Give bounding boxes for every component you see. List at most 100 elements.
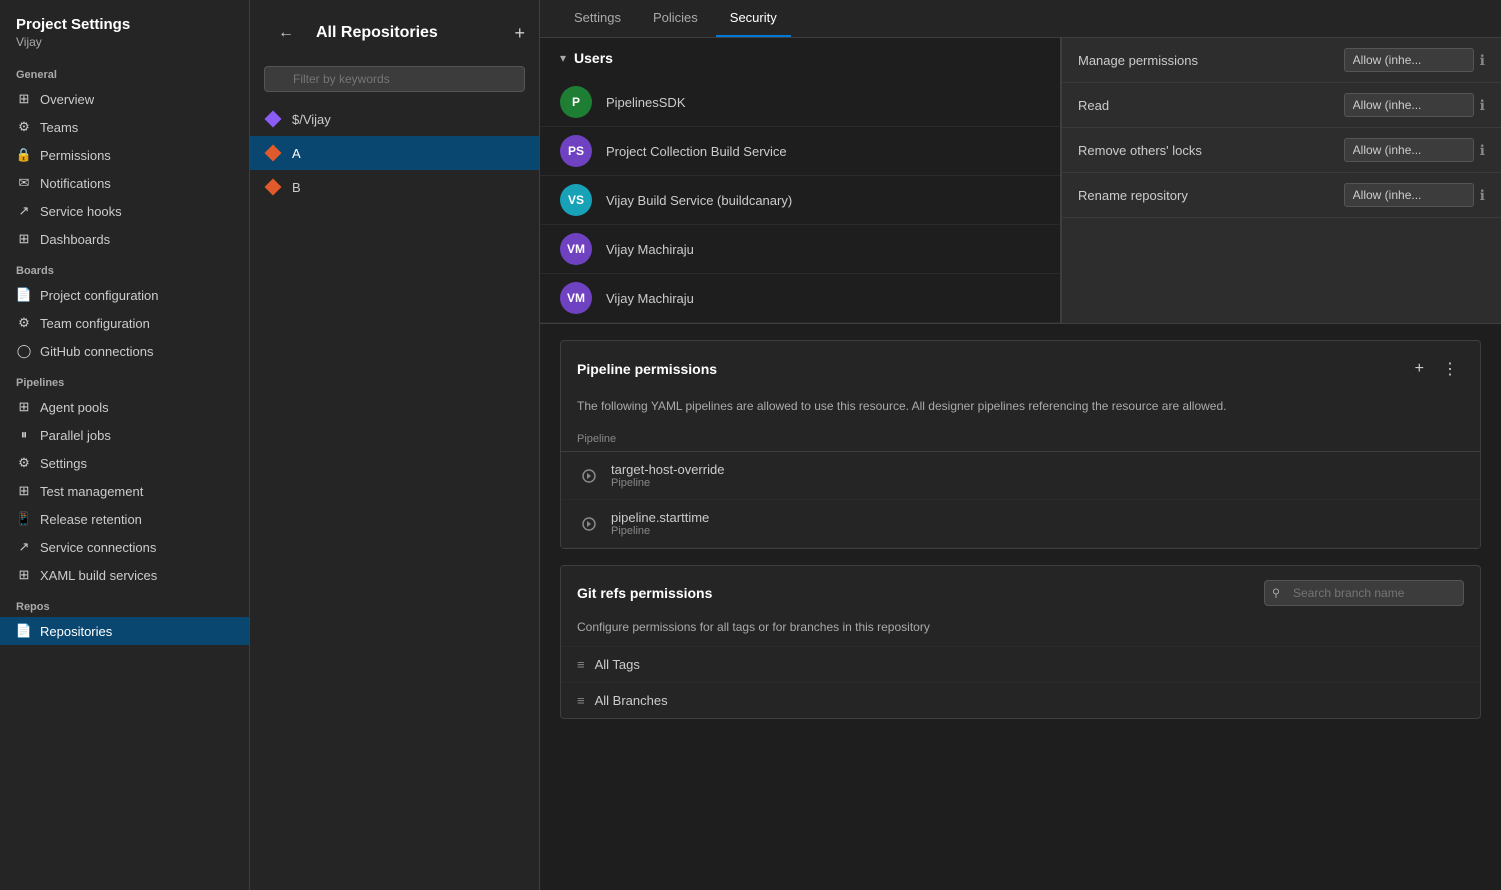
- tag-icon: ≡: [577, 657, 585, 672]
- sidebar-item-label: Settings: [40, 456, 87, 471]
- user-row[interactable]: PS Project Collection Build Service: [540, 127, 1060, 176]
- sidebar-item-xaml[interactable]: ⊞ XAML build services: [0, 561, 249, 589]
- sidebar-item-notifications[interactable]: ✉ Notifications: [0, 169, 249, 197]
- user-name: Vijay Machiraju: [606, 291, 1040, 306]
- refs-row[interactable]: ≡ All Branches: [561, 682, 1480, 718]
- more-options-button[interactable]: ⋮: [1436, 355, 1464, 383]
- search-branch-wrap: ⚲: [1264, 580, 1464, 606]
- git-refs-card: Git refs permissions ⚲ Configure permiss…: [560, 565, 1481, 719]
- sidebar-item-release-retention[interactable]: 📱 Release retention: [0, 505, 249, 533]
- repo-item-a[interactable]: A: [250, 136, 539, 170]
- sidebar-item-service-hooks[interactable]: ↗ Service hooks: [0, 197, 249, 225]
- overview-icon: ⊞: [16, 91, 32, 107]
- repo-name: $/Vijay: [292, 112, 331, 127]
- diamond-icon: [265, 111, 282, 128]
- pipeline-row[interactable]: pipeline.starttime Pipeline: [561, 500, 1480, 548]
- sidebar-item-label: Repositories: [40, 624, 112, 639]
- sidebar-item-label: Team configuration: [40, 316, 150, 331]
- section-label-pipelines: Pipelines: [0, 365, 249, 393]
- sidebar-item-project-config[interactable]: 📄 Project configuration: [0, 281, 249, 309]
- sidebar-item-permissions[interactable]: 🔒 Permissions: [0, 141, 249, 169]
- app-title: Project Settings: [16, 16, 233, 33]
- users-header[interactable]: ▾ Users: [540, 38, 1060, 78]
- middle-panel: ← All Repositories + ⚲ $/Vijay A B: [250, 0, 540, 890]
- perm-select-wrap: Allow (inhe... Allow Deny Not set ℹ: [1344, 183, 1485, 207]
- sidebar-item-overview[interactable]: ⊞ Overview: [0, 85, 249, 113]
- repo-item-vijay[interactable]: $/Vijay: [250, 102, 539, 136]
- sidebar-item-teams[interactable]: ⚙ Teams: [0, 113, 249, 141]
- perm-row-remove-locks: Remove others' locks Allow (inhe... Allo…: [1062, 128, 1501, 173]
- perm-select-manage[interactable]: Allow (inhe... Allow Deny Not set: [1344, 48, 1474, 72]
- sidebar-item-service-connections[interactable]: ↗ Service connections: [0, 533, 249, 561]
- sidebar-item-repositories[interactable]: 📄 Repositories: [0, 617, 249, 645]
- info-icon[interactable]: ℹ: [1480, 142, 1485, 159]
- sidebar-item-parallel-jobs[interactable]: ⏸ Parallel jobs: [0, 421, 249, 449]
- lock-icon: 🔒: [16, 147, 32, 163]
- back-button[interactable]: ←: [264, 12, 308, 54]
- pipeline-permissions-header: Pipeline permissions + ⋮: [561, 341, 1480, 397]
- section-label-general: General: [0, 57, 249, 85]
- perm-select-remove-locks[interactable]: Allow (inhe... Allow Deny Not set: [1344, 138, 1474, 162]
- sidebar-item-agent-pools[interactable]: ⊞ Agent pools: [0, 393, 249, 421]
- add-repo-button[interactable]: +: [514, 23, 525, 44]
- pipeline-row[interactable]: target-host-override Pipeline: [561, 452, 1480, 500]
- tab-security[interactable]: Security: [716, 0, 791, 37]
- xaml-icon: ⊞: [16, 567, 32, 583]
- sidebar-item-label: Service hooks: [40, 204, 122, 219]
- github-icon: ◯: [16, 343, 32, 359]
- filter-input[interactable]: [264, 66, 525, 92]
- chevron-icon: ▾: [560, 51, 566, 65]
- avatar: P: [560, 86, 592, 118]
- git-refs-title: Git refs permissions: [577, 585, 1256, 601]
- user-row[interactable]: VM Vijay Machiraju: [540, 274, 1060, 323]
- filter-wrap: ⚲: [264, 66, 525, 92]
- pipeline-type: Pipeline: [611, 525, 1464, 537]
- sidebar-item-dashboards[interactable]: ⊞ Dashboards: [0, 225, 249, 253]
- service-hooks-icon: ↗: [16, 203, 32, 219]
- user-row[interactable]: VS Vijay Build Service (buildcanary): [540, 176, 1060, 225]
- perm-label: Manage permissions: [1078, 53, 1334, 68]
- pipeline-icon: [577, 464, 601, 488]
- notifications-icon: ✉: [16, 175, 32, 191]
- pipeline-name: pipeline.starttime: [611, 510, 1464, 525]
- add-pipeline-button[interactable]: +: [1409, 355, 1430, 383]
- perm-select-wrap: Allow (inhe... Allow Deny Not set ℹ: [1344, 48, 1485, 72]
- sidebar-item-github[interactable]: ◯ GitHub connections: [0, 337, 249, 365]
- pipeline-permissions-card: Pipeline permissions + ⋮ The following Y…: [560, 340, 1481, 549]
- perm-select-read[interactable]: Allow (inhe... Allow Deny Not set: [1344, 93, 1474, 117]
- search-branch-input[interactable]: [1264, 580, 1464, 606]
- refs-row[interactable]: ≡ All Tags: [561, 646, 1480, 682]
- teams-icon: ⚙: [16, 119, 32, 135]
- users-left-panel: ▾ Users P PipelinesSDK PS Project Collec…: [540, 38, 1061, 323]
- repo-name: A: [292, 146, 301, 161]
- pipeline-column-header: Pipeline: [561, 427, 1480, 452]
- user-name: Project Collection Build Service: [606, 144, 1040, 159]
- repo-item-b[interactable]: B: [250, 170, 539, 204]
- info-icon[interactable]: ℹ: [1480, 187, 1485, 204]
- user-row[interactable]: VM Vijay Machiraju: [540, 225, 1060, 274]
- avatar: VS: [560, 184, 592, 216]
- sidebar-item-team-config[interactable]: ⚙ Team configuration: [0, 309, 249, 337]
- perm-row-rename: Rename repository Allow (inhe... Allow D…: [1062, 173, 1501, 218]
- diamond-icon: [265, 179, 282, 196]
- repo-list: $/Vijay A B: [250, 102, 539, 890]
- middle-panel-title: All Repositories: [316, 24, 506, 42]
- info-icon[interactable]: ℹ: [1480, 97, 1485, 114]
- sidebar-item-settings[interactable]: ⚙ Settings: [0, 449, 249, 477]
- agent-pools-icon: ⊞: [16, 399, 32, 415]
- perm-select-rename[interactable]: Allow (inhe... Allow Deny Not set: [1344, 183, 1474, 207]
- user-row[interactable]: P PipelinesSDK: [540, 78, 1060, 127]
- sidebar-item-test-management[interactable]: ⊞ Test management: [0, 477, 249, 505]
- middle-header: ← All Repositories +: [250, 0, 539, 66]
- user-name: Vijay Machiraju: [606, 242, 1040, 257]
- avatar: VM: [560, 282, 592, 314]
- tab-policies[interactable]: Policies: [639, 0, 712, 37]
- tab-bar: Settings Policies Security: [540, 0, 1501, 38]
- tab-settings[interactable]: Settings: [560, 0, 635, 37]
- info-icon[interactable]: ℹ: [1480, 52, 1485, 69]
- user-name: Vijay Build Service (buildcanary): [606, 193, 1040, 208]
- pipeline-permissions-desc: The following YAML pipelines are allowed…: [561, 397, 1480, 427]
- pipeline-permissions-title: Pipeline permissions: [577, 361, 1401, 377]
- sidebar-item-label: Teams: [40, 120, 78, 135]
- refs-name: All Tags: [595, 657, 640, 672]
